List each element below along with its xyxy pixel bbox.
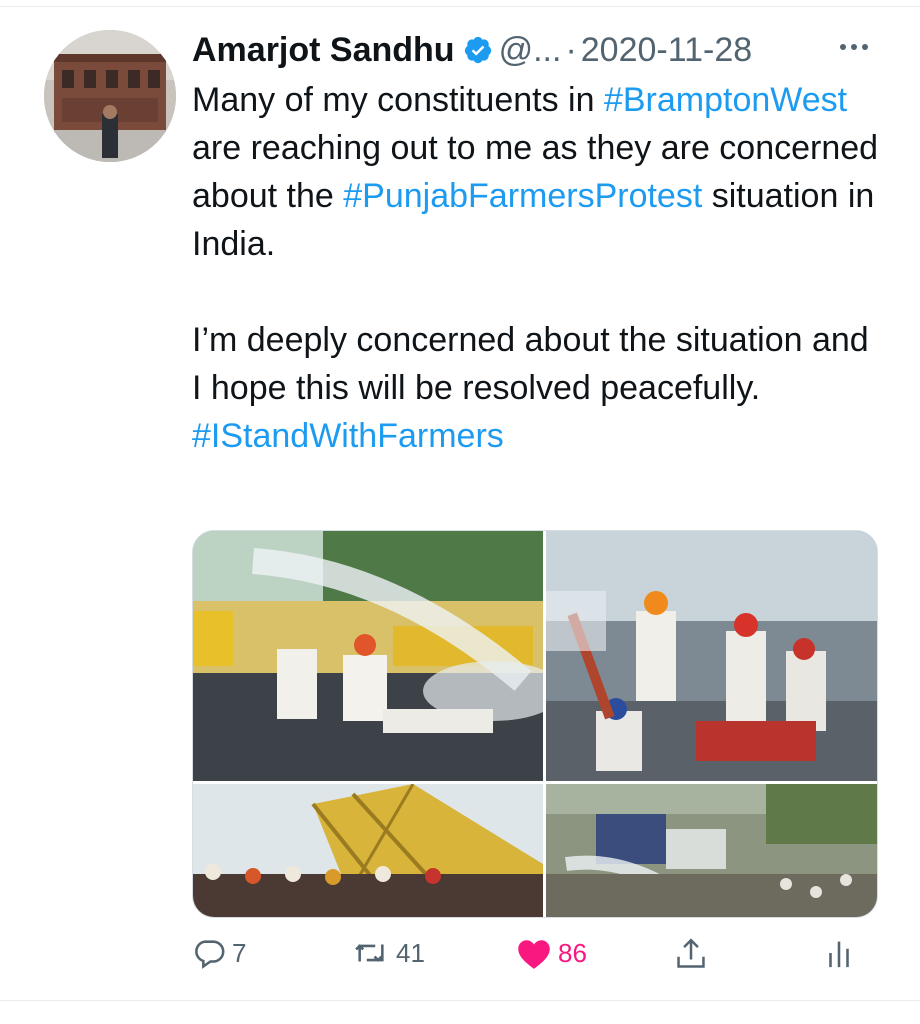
retweet-icon bbox=[352, 936, 390, 970]
reply-icon bbox=[192, 936, 226, 970]
header-separator: · bbox=[565, 30, 577, 69]
text-segment: I’m deeply concerned about the situation… bbox=[192, 321, 869, 407]
analytics-icon bbox=[826, 936, 852, 970]
retweet-count: 41 bbox=[396, 937, 425, 968]
tweet-paragraph-2: I’m deeply concerned about the situation… bbox=[192, 316, 882, 460]
bottom-divider bbox=[0, 1000, 920, 1001]
tweet-text: Many of my constituents in #BramptonWest… bbox=[192, 76, 882, 460]
tweet-paragraph-1: Many of my constituents in #BramptonWest… bbox=[192, 76, 882, 268]
hashtag-link[interactable]: #IStandWithFarmers bbox=[192, 417, 504, 455]
like-count: 86 bbox=[558, 937, 587, 968]
more-dots-icon[interactable] bbox=[834, 30, 874, 64]
tweet-date[interactable]: 2020-11-28 bbox=[581, 31, 752, 70]
author-handle[interactable]: @... bbox=[499, 31, 562, 70]
verified-badge-icon bbox=[463, 35, 493, 65]
share-icon bbox=[674, 936, 708, 972]
avatar[interactable] bbox=[44, 30, 176, 162]
analytics-button[interactable] bbox=[826, 936, 852, 970]
media-grid bbox=[192, 530, 878, 918]
top-divider bbox=[0, 6, 920, 7]
text-segment: Many of my constituents in bbox=[192, 81, 604, 119]
media-photo[interactable] bbox=[546, 784, 877, 917]
reply-button[interactable]: 7 bbox=[192, 936, 246, 970]
like-button[interactable]: 86 bbox=[516, 936, 587, 970]
media-photo[interactable] bbox=[193, 531, 543, 781]
tweet-header: Amarjot Sandhu @... · 2020-11-28 bbox=[192, 26, 882, 74]
author-name[interactable]: Amarjot Sandhu bbox=[192, 31, 455, 70]
reply-count: 7 bbox=[232, 937, 247, 968]
media-photo[interactable] bbox=[193, 784, 543, 917]
hashtag-link[interactable]: #PunjabFarmersProtest bbox=[343, 177, 702, 215]
retweet-button[interactable]: 41 bbox=[352, 936, 425, 970]
share-button[interactable] bbox=[674, 936, 708, 972]
media-photo[interactable] bbox=[546, 531, 877, 781]
hashtag-link[interactable]: #BramptonWest bbox=[604, 81, 847, 119]
heart-icon bbox=[516, 936, 552, 970]
action-bar: 7 41 86 bbox=[192, 930, 882, 982]
avatar-photo bbox=[44, 30, 176, 162]
